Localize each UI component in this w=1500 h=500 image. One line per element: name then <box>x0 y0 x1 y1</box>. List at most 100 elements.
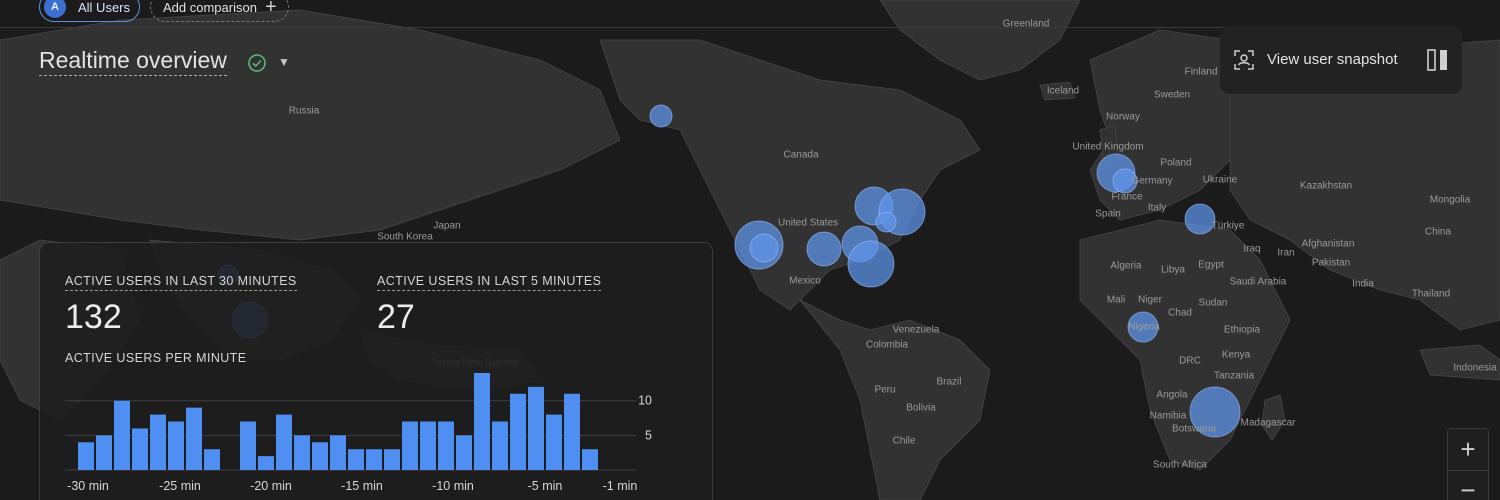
chart-x-tick: -15 min <box>341 479 383 493</box>
chart-bar[interactable] <box>312 442 328 470</box>
chart-bar[interactable] <box>384 449 400 470</box>
segment-avatar: A <box>44 0 66 18</box>
map-label-thailand: Thailand <box>1411 288 1451 300</box>
map-label-ethiopia: Ethiopia <box>1223 324 1261 336</box>
map-label-south-korea: South Korea <box>377 231 433 243</box>
chart-bar[interactable] <box>420 421 436 471</box>
map-label-iran: Iran <box>1277 247 1295 259</box>
map-label-south-africa: South Africa <box>1153 459 1207 471</box>
map-label-united-states: United States <box>777 217 839 229</box>
map-label-kenya: Kenya <box>1221 349 1251 361</box>
map-label-mali: Mali <box>1106 294 1126 306</box>
map-bubble[interactable] <box>749 233 779 263</box>
chart-bar[interactable] <box>204 449 220 470</box>
chart-bar[interactable] <box>150 414 166 470</box>
map-label-poland: Poland <box>1160 157 1192 169</box>
map-label-peru: Peru <box>874 384 896 396</box>
chart-bar[interactable] <box>348 449 364 470</box>
map-label-sweden: Sweden <box>1153 89 1191 101</box>
map-label-madagascar: Madagascar <box>1240 417 1296 429</box>
map-label-t-rkiye: Türkiye <box>1211 220 1245 232</box>
map-label-namibia: Namibia <box>1149 410 1187 422</box>
map-label-mongolia: Mongolia <box>1429 194 1471 206</box>
zoom-in-button[interactable]: + <box>1447 428 1489 470</box>
map-bubble[interactable] <box>1184 203 1216 235</box>
map-label-united-kingdom: United Kingdom <box>1072 141 1144 153</box>
map-label-indonesia: Indonesia <box>1453 362 1497 374</box>
chart-bar[interactable] <box>582 449 598 470</box>
map-label-sudan: Sudan <box>1198 297 1228 309</box>
map-label-pakistan: Pakistan <box>1311 257 1351 269</box>
caret-down-icon[interactable]: ▼ <box>278 55 290 69</box>
map-label-bolivia: Bolivia <box>906 402 936 414</box>
map-bubble[interactable] <box>649 104 673 128</box>
chart-bar[interactable] <box>510 393 526 470</box>
chart-bar[interactable] <box>528 386 544 470</box>
chart-bar[interactable] <box>78 442 94 470</box>
chart-bar[interactable] <box>96 435 112 470</box>
segment-label: All Users <box>78 0 131 15</box>
add-comparison-button[interactable]: Add comparison + <box>150 0 289 22</box>
map-label-brazil: Brazil <box>936 376 962 388</box>
map-label-france: France <box>1111 191 1143 203</box>
realtime-metrics-card: ACTIVE USERS IN LAST 30 MINUTES 132 ACTI… <box>39 242 713 500</box>
chart-bar[interactable] <box>114 400 130 470</box>
chart-y-tick: 5 <box>645 428 652 442</box>
chart-bar[interactable] <box>186 407 202 470</box>
chart-bar[interactable] <box>564 393 580 470</box>
check-circle-icon <box>248 54 266 72</box>
map-label-egypt: Egypt <box>1198 259 1224 271</box>
chart-bar[interactable] <box>294 435 310 470</box>
map-label-botswana: Botswana <box>1172 423 1216 435</box>
map-label-drc: DRC <box>1179 355 1201 367</box>
map-label-venezuela: Venezuela <box>892 324 940 336</box>
chart-bar[interactable] <box>168 421 184 471</box>
map-bubble[interactable] <box>847 240 895 288</box>
chart-bar[interactable] <box>330 435 346 470</box>
chart-x-tick: -30 min <box>67 479 109 493</box>
map-label-italy: Italy <box>1147 202 1167 214</box>
page-title[interactable]: Realtime overview <box>39 47 227 76</box>
map-label-china: China <box>1424 226 1452 238</box>
map-bubble[interactable] <box>806 231 842 267</box>
chart-bar[interactable] <box>546 414 562 470</box>
map-label-saudi-arabia: Saudi Arabia <box>1229 276 1287 288</box>
chart-y-tick: 10 <box>638 394 652 408</box>
chart-bar[interactable] <box>402 421 418 471</box>
map-label-iceland: Iceland <box>1046 85 1080 97</box>
chart-bar[interactable] <box>276 414 292 470</box>
map-label-canada: Canada <box>783 149 819 161</box>
map-bubble[interactable] <box>875 211 897 233</box>
map-label-iraq: Iraq <box>1243 243 1261 255</box>
map-label-spain: Spain <box>1095 208 1121 220</box>
chart-bar[interactable] <box>492 421 508 471</box>
chart-bar[interactable] <box>240 421 256 471</box>
segment-chip-all-users[interactable]: A All Users <box>39 0 140 22</box>
zoom-out-button[interactable]: − <box>1447 470 1489 500</box>
map-label-ukraine: Ukraine <box>1202 174 1238 186</box>
split-view-icon[interactable] <box>1427 48 1449 72</box>
view-user-snapshot-button[interactable]: View user snapshot <box>1220 26 1462 94</box>
map-label-russia: Russia <box>288 105 320 117</box>
chart-bar[interactable] <box>456 435 472 470</box>
chart-x-tick: -10 min <box>432 479 474 493</box>
chart-bar[interactable] <box>438 421 454 471</box>
map-label-india: India <box>1352 278 1374 290</box>
map-label-germany: Germany <box>1131 175 1173 187</box>
map-label-niger: Niger <box>1138 294 1162 306</box>
view-user-snapshot-label: View user snapshot <box>1267 51 1398 68</box>
plus-icon: + <box>264 0 277 18</box>
map-label-mexico: Mexico <box>789 275 821 287</box>
chart-x-tick: -1 min <box>603 479 638 493</box>
chart-bar[interactable] <box>474 373 490 470</box>
active-users-per-minute-chart[interactable]: 5 10 -30 min -25 min -20 min -15 min -10 min -5… <box>40 243 714 500</box>
chart-x-tick: -5 min <box>528 479 563 493</box>
map-label-japan: Japan <box>433 220 461 232</box>
header-bar: A All Users Add comparison + <box>0 0 1230 28</box>
chart-bar[interactable] <box>366 449 382 470</box>
map-label-chad: Chad <box>1168 307 1192 319</box>
chart-bar[interactable] <box>258 456 274 470</box>
map-label-afghanistan: Afghanistan <box>1301 238 1355 250</box>
map-label-tanzania: Tanzania <box>1213 370 1255 382</box>
chart-bar[interactable] <box>132 428 148 470</box>
